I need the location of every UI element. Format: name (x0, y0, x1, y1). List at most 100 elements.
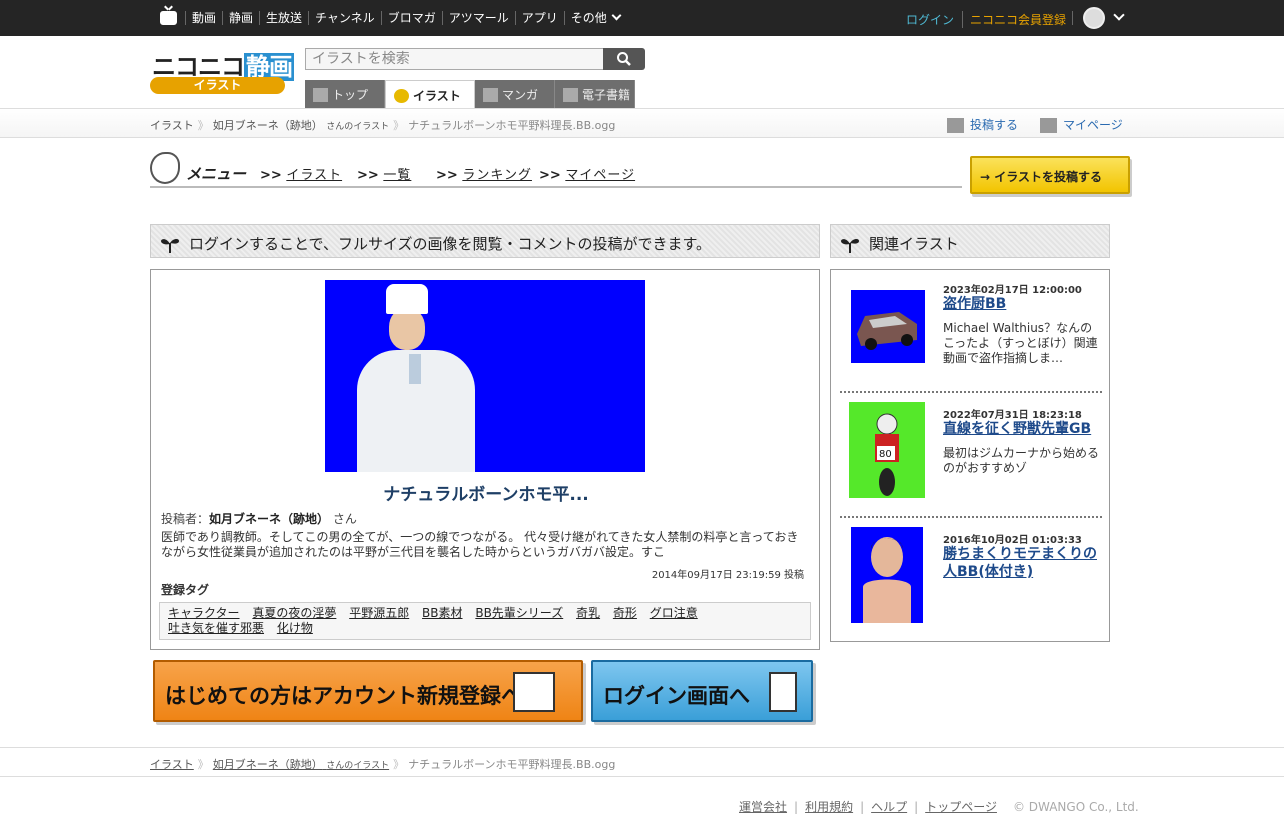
post-link[interactable]: 投稿する (947, 116, 1018, 133)
post-link-label: 投稿する (970, 118, 1019, 132)
search-button[interactable] (603, 48, 645, 70)
book-icon (563, 87, 578, 102)
upload-illust-button[interactable]: → イラストを投稿する (970, 156, 1130, 194)
mypage-link-label: マイページ (1063, 118, 1123, 132)
tag-link[interactable]: BB素材 (422, 606, 462, 620)
menu-ranking[interactable]: >> ランキング (436, 164, 532, 183)
nav-app[interactable]: アプリ (514, 11, 564, 25)
nav-atsumaru[interactable]: アツマール (441, 11, 515, 25)
sprout-icon (161, 238, 179, 253)
footer-help-link[interactable]: ヘルプ (871, 800, 907, 814)
palette-icon (394, 88, 409, 103)
tab-illust-label: イラスト (413, 89, 461, 103)
tag-link[interactable]: 平野源五郎 (349, 606, 409, 620)
user-avatar-icon[interactable] (1083, 7, 1105, 29)
search-icon (617, 52, 631, 66)
tab-manga[interactable]: マンガ (475, 80, 555, 109)
related-date: 2016年10月02日 01:03:33 (943, 535, 1082, 546)
illust-image[interactable] (325, 280, 645, 472)
menu-arrow: >> (260, 168, 282, 183)
illust-description: 医師であり調教師。そしてこの男の全てが、一つの線でつながる。 代々受け継がれてき… (161, 530, 799, 559)
nav-channel[interactable]: チャンネル (308, 11, 381, 25)
home-icon (313, 87, 328, 102)
related-thumbnail[interactable] (851, 290, 925, 363)
related-date: 2022年07月31日 18:23:18 (943, 410, 1082, 421)
tag-link[interactable]: 真夏の夜の淫夢 (252, 606, 336, 620)
related-title-link[interactable]: 直線を征く野獣先輩GB (943, 420, 1103, 438)
motorbike-thumbnail-art: 80 (875, 413, 899, 496)
divider (1072, 11, 1073, 25)
author-line: 投稿者：如月ブネーネ（跡地） さん (161, 510, 357, 527)
menu-ranking-label: ランキング (462, 168, 532, 183)
tab-ebook[interactable]: 電子書籍 (555, 80, 635, 109)
illust-figure-tie (409, 354, 421, 384)
tag-link[interactable]: 吐き気を催す邪悪 (168, 621, 264, 635)
menu-arrow: >> (539, 168, 561, 183)
author-name[interactable]: 如月ブネーネ（跡地） (209, 512, 329, 526)
footer-company-link[interactable]: 運営会社 (739, 800, 787, 814)
breadcrumb-user[interactable]: 如月ブネーネ（跡地） さんのイラスト (213, 119, 389, 132)
nav-more-label: その他 (570, 11, 607, 25)
breadcrumb-user-suffix: さんのイラスト (326, 122, 390, 132)
tag-link[interactable]: 化け物 (277, 621, 313, 635)
related-summary: Michael Walthius？なんのこったよ（すっとぼけ）関連動画で盗作指摘… (943, 321, 1098, 365)
breadcrumb-user-suffix: さんのイラスト (326, 761, 390, 771)
tag-link[interactable]: 奇乳 (576, 606, 600, 620)
related-title-link[interactable]: 盗作厨BB (943, 295, 1103, 313)
tag-link[interactable]: キャラクター (168, 606, 240, 620)
nav-live[interactable]: 生放送 (259, 11, 308, 25)
nav-video[interactable]: 動画 (185, 11, 222, 25)
menu-title: メニュー (186, 165, 247, 183)
niconico-tv-icon[interactable] (160, 11, 177, 25)
login-banner[interactable]: ログイン画面へ (591, 660, 813, 722)
nav-blomaga[interactable]: ブロマガ (380, 11, 442, 25)
menu-list[interactable]: >> 一覧 (357, 164, 411, 183)
post-date: 2014年09月17日 23:19:59 投稿 (651, 570, 804, 581)
footer-separator: | (914, 800, 919, 814)
breadcrumb-user-name: 如月ブネーネ（跡地） (212, 119, 323, 132)
search-input[interactable]: イラストを検索 (305, 48, 604, 70)
login-notice-text: ログインすることで、フルサイズの画像を閲覧・コメントの投稿ができます。 (189, 235, 712, 253)
nav-seiga[interactable]: 静画 (222, 11, 259, 25)
menu-mypage-label: マイページ (565, 168, 636, 183)
related-thumbnail[interactable] (851, 527, 923, 623)
register-banner[interactable]: はじめての方はアカウント新規登録へ (153, 660, 583, 722)
related-summary: 最初はジムカーナから始めるのがおすすめゾ (943, 446, 1100, 475)
tag-link[interactable]: BB先輩シリーズ (475, 606, 563, 620)
chevron-down-icon[interactable] (1113, 9, 1125, 21)
site-logo[interactable]: ニコニコ静画 イラスト (150, 47, 294, 96)
nav-more[interactable]: その他 (563, 10, 626, 25)
tab-top-label: トップ (332, 88, 369, 102)
tab-top[interactable]: トップ (305, 80, 385, 109)
menu-mypage[interactable]: >> マイページ (539, 164, 635, 183)
menu-arrow: >> (436, 168, 458, 183)
footer-terms-link[interactable]: 利用規約 (805, 800, 853, 814)
menu-illust-label: イラスト (286, 168, 343, 183)
manga-icon (483, 87, 498, 102)
tag-link[interactable]: 奇形 (613, 606, 637, 620)
person-thumbnail-art (863, 537, 911, 623)
tag-link[interactable]: グロ注意 (650, 606, 698, 620)
breadcrumb-separator: 》 (197, 119, 209, 132)
breadcrumb-root[interactable]: イラスト (150, 119, 194, 132)
breadcrumb: イラスト》如月ブネーネ（跡地） さんのイラスト》ナチュラルボーンホモ平野料理長.… (150, 117, 615, 133)
tab-illust[interactable]: イラスト (385, 80, 475, 110)
register-link[interactable]: ニコニコ会員登録 (962, 11, 1066, 28)
login-banner-text: ログイン画面へ (603, 684, 750, 708)
menu-illust[interactable]: >> イラスト (260, 164, 342, 183)
breadcrumb-root[interactable]: イラスト (150, 758, 194, 771)
footer-separator: | (794, 800, 799, 814)
breadcrumb-user[interactable]: 如月ブネーネ（跡地） さんのイラスト (213, 758, 389, 771)
global-nav: 動画 静画 生放送 チャンネル ブロマガ アツマール アプリ その他 (185, 0, 626, 36)
register-banner-text: はじめての方はアカウント新規登録へ (165, 684, 522, 708)
palette-icon (150, 152, 180, 184)
footer-top-link[interactable]: トップページ (925, 800, 997, 814)
svg-text:80: 80 (879, 449, 892, 460)
footer-breadcrumb-bar: イラスト》如月ブネーネ（跡地） さんのイラスト》ナチュラルボーンホモ平野料理長.… (0, 747, 1284, 777)
login-link[interactable]: ログイン (906, 11, 954, 28)
related-thumbnail[interactable]: 80 (849, 402, 925, 498)
mypage-link[interactable]: マイページ (1040, 116, 1123, 133)
footer-separator: | (860, 800, 865, 814)
related-divider (840, 516, 1102, 518)
related-title-link[interactable]: 勝ちまくりモテまくりの人BB(体付き) (943, 545, 1103, 581)
